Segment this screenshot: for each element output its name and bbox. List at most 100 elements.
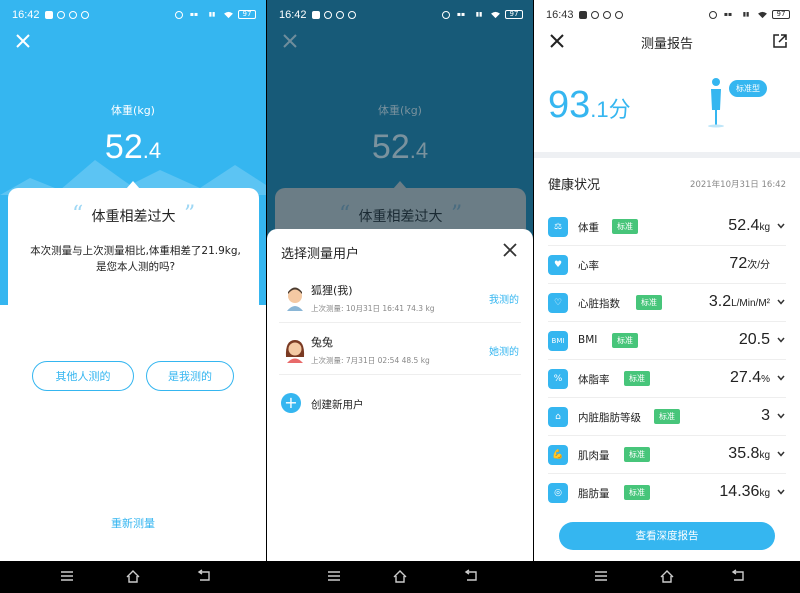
metric-name: BMI — [578, 334, 598, 346]
metric-number: 3.2 — [708, 293, 732, 310]
notification-icon — [312, 11, 320, 19]
metric-name: 内脏脂肪等级 — [578, 412, 641, 424]
status-time: 16:42 — [12, 9, 40, 21]
alarm-icon — [615, 11, 623, 19]
home-icon[interactable] — [392, 569, 408, 583]
other-person-button[interactable]: 其他人测的 — [32, 361, 134, 391]
metric-unit: kg — [759, 222, 770, 233]
metric-status-tag: 标准 — [636, 295, 662, 310]
body-type-badge: 标准型 — [729, 80, 767, 97]
dialog-message: 本次测量与上次测量相比,体重相差了21.9kg,是您本人测的吗? — [30, 245, 241, 273]
metric-row-bmi[interactable]: BMI BMI 标准 20.5 — [548, 322, 786, 360]
close-icon[interactable] — [12, 30, 34, 52]
metric-unit: kg — [759, 488, 770, 499]
weight-int: 52 — [371, 128, 410, 166]
home-icon[interactable] — [659, 569, 675, 583]
metric-unit: kg — [759, 450, 770, 461]
menu-icon[interactable] — [326, 569, 342, 583]
metric-number: 72 — [729, 255, 748, 272]
signal-icon: ▮▮ — [742, 10, 750, 18]
metric-name: 肌肉量 — [578, 450, 610, 462]
signal-icon: ▮▮ — [475, 10, 483, 18]
user-last-measure: 上次测量: 10月31日 16:41 74.3 kg — [311, 304, 435, 313]
user-row[interactable]: 狐狸(我) 上次测量: 10月31日 16:41 74.3 kg 我测的 — [279, 275, 521, 323]
status-time: 16:42 — [279, 9, 307, 21]
body-fat-icon: % — [548, 369, 568, 389]
chevron-down-icon — [777, 299, 785, 305]
chat-icon — [603, 11, 611, 19]
back-icon[interactable] — [196, 569, 212, 583]
battery-icon: 97 — [238, 10, 256, 19]
user-select-action[interactable]: 我测的 — [489, 291, 519, 306]
metric-unit: % — [761, 374, 770, 385]
alarm-clock-icon — [709, 10, 717, 19]
metric-row-visceral-fat[interactable]: ⌂ 内脏脂肪等级 标准 3 — [548, 398, 786, 436]
network-speed-icon: ▪▪ — [723, 10, 733, 18]
score-int: 93 — [548, 84, 591, 126]
me-button[interactable]: 是我测的 — [146, 361, 234, 391]
remeasure-link[interactable]: 重新测量 — [0, 515, 266, 531]
battery-icon: 97 — [505, 10, 523, 19]
metric-value: 52.4kg — [728, 217, 770, 235]
metric-name: 体脂率 — [578, 374, 610, 386]
alarm-clock-icon — [442, 10, 450, 19]
user-name: 狐狸(我) — [311, 284, 353, 297]
metric-name: 体重 — [578, 222, 599, 234]
metric-status-tag: 标准 — [624, 485, 650, 500]
wifi-icon — [224, 11, 233, 18]
back-icon[interactable] — [730, 569, 746, 583]
status-bar: 16:42 ▪▪ ▮▮ 97 — [267, 0, 533, 30]
metric-status-tag: 标准 — [624, 371, 650, 386]
share-icon[interactable] — [772, 33, 788, 49]
menu-icon[interactable] — [593, 569, 609, 583]
metric-number: 35.8 — [728, 445, 760, 462]
metric-name: 心脏指数 — [578, 298, 620, 310]
metric-row-fat-mass[interactable]: ◎ 脂肪量 标准 14.36kg — [548, 474, 786, 512]
metric-row-heart-rate: ♥ 心率 72次/分 — [548, 246, 786, 284]
report-date: 2021年10月31日 16:42 — [690, 180, 786, 190]
scale-icon: ⚖ — [548, 217, 568, 237]
metric-name: 心率 — [578, 260, 599, 272]
weight-label: 体重(kg) — [111, 104, 155, 117]
metric-value: 72次/分 — [729, 255, 770, 273]
section-title: 健康状况 — [548, 178, 601, 193]
metric-row-heart-index[interactable]: ♡ 心脏指数 标准 3.2L/Min/M² — [548, 284, 786, 322]
chevron-down-icon — [777, 375, 785, 381]
metric-row-muscle[interactable]: 💪 肌肉量 标准 35.8kg — [548, 436, 786, 474]
metric-row-weight[interactable]: ⚖ 体重 标准 52.4kg — [548, 208, 786, 246]
create-user-label: 创建新用户 — [311, 399, 364, 411]
avatar-female-icon — [285, 340, 305, 363]
screen-weight-confirm: 16:42 ▪▪ ▮▮ 97 体重(kg) 52.4 “ ” 体重相差过大 本次测量… — [0, 0, 266, 561]
user-row[interactable]: 兔兔 上次测量: 7月31日 02:54 48.5 kg 她测的 — [279, 327, 521, 375]
notification-icon — [45, 11, 53, 19]
chevron-down-icon — [777, 451, 785, 457]
close-icon[interactable] — [501, 241, 519, 259]
menu-icon[interactable] — [59, 569, 75, 583]
metric-status-tag: 标准 — [612, 219, 638, 234]
user-select-action[interactable]: 她测的 — [489, 343, 519, 358]
status-bar: 16:42 ▪▪ ▮▮ 97 — [0, 0, 266, 30]
chevron-down-icon — [777, 413, 785, 419]
network-speed-icon: ▪▪ — [456, 10, 466, 18]
metric-name: 脂肪量 — [578, 488, 610, 500]
home-icon[interactable] — [125, 569, 141, 583]
score-dec: .1分 — [590, 97, 631, 122]
metric-number: 27.4 — [729, 369, 762, 386]
screen-select-user: 16:42 ▪▪ ▮▮ 97 体重(kg) 52.4 “ ” 体重相差过大 选择测量… — [267, 0, 533, 561]
weight-dec: .4 — [409, 138, 429, 163]
wifi-icon — [758, 11, 767, 18]
metric-value: 35.8kg — [728, 445, 770, 463]
select-user-sheet: 选择测量用户 狐狸(我) 上次测量: 10月31日 16:41 74.3 kg … — [267, 229, 533, 561]
avatar-male-icon — [287, 287, 303, 311]
metric-value: 20.5 — [739, 331, 770, 349]
sync-icon — [57, 11, 65, 19]
back-icon[interactable] — [463, 569, 479, 583]
deep-report-button[interactable]: 查看深度报告 — [559, 522, 775, 550]
alarm-icon — [348, 11, 356, 19]
metric-row-body-fat[interactable]: % 体脂率 标准 27.4% — [548, 360, 786, 398]
metric-value: 3.2L/Min/M² — [709, 293, 770, 311]
metric-number: 52.4 — [728, 217, 760, 234]
metric-unit: L/Min/M² — [731, 298, 770, 309]
bmi-icon: BMI — [548, 331, 568, 351]
system-nav-bar — [0, 561, 800, 593]
